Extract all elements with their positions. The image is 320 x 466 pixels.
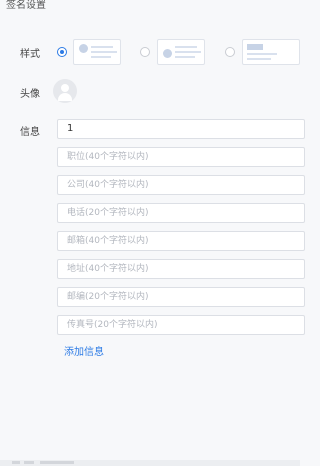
- company-input[interactable]: 公司(40个字符以内): [57, 175, 305, 195]
- info-label: 信息: [20, 127, 40, 138]
- address-input[interactable]: 地址(40个字符以内): [57, 259, 305, 279]
- user-avatar-icon[interactable]: [53, 79, 77, 103]
- email-input[interactable]: 邮箱(40个字符以内): [57, 231, 305, 251]
- postcode-input[interactable]: 邮编(20个字符以内): [57, 287, 305, 307]
- style-2-radio[interactable]: [140, 47, 150, 57]
- page-title: 签名设置: [6, 0, 46, 11]
- style-1-radio[interactable]: [57, 47, 67, 57]
- style-2-card[interactable]: [157, 39, 205, 65]
- position-input[interactable]: 职位(40个字符以内): [57, 147, 305, 167]
- style-3-card[interactable]: [242, 39, 300, 65]
- bottom-toolbar-edge: [0, 460, 300, 466]
- style-label: 样式: [20, 49, 40, 60]
- name-input[interactable]: 1: [57, 119, 305, 139]
- phone-input[interactable]: 电话(20个字符以内): [57, 203, 305, 223]
- signature-settings-panel: 签名设置 样式 头像 信息 1 职位(40个字符以内) 公司(40个字符以内) …: [0, 0, 305, 466]
- add-info-link[interactable]: 添加信息: [64, 343, 104, 358]
- avatar-label: 头像: [20, 89, 40, 100]
- style-1-card[interactable]: [73, 39, 121, 65]
- fax-input[interactable]: 传真号(20个字符以内): [57, 315, 305, 335]
- style-3-radio[interactable]: [225, 47, 235, 57]
